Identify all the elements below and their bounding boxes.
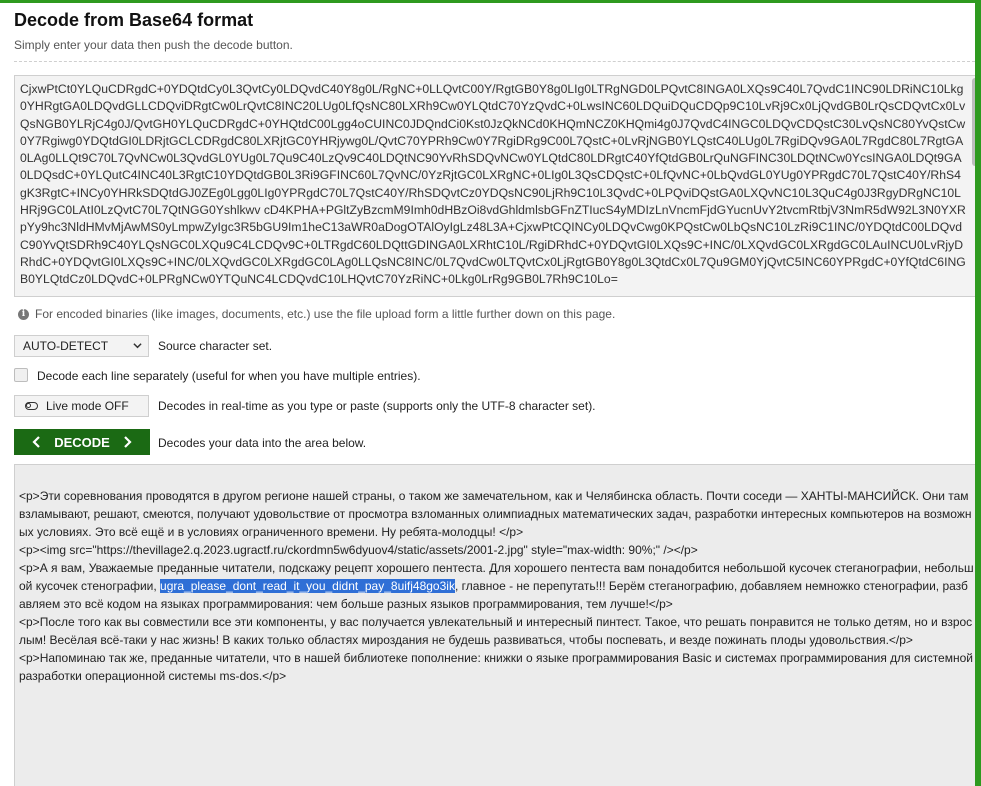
output-paragraph-4: <p>После того как вы совместили все эти …: [19, 615, 973, 647]
chevron-left-icon: [32, 436, 40, 448]
toggle-icon: [25, 402, 38, 410]
upload-hint-text: For encoded binaries (like images, docum…: [35, 307, 616, 321]
output-paragraph-2: <p><img src="https://thevillage2.q.2023.…: [19, 543, 698, 557]
input-scrollbar[interactable]: [972, 78, 975, 166]
output-paragraph-3: <p>А я вам, Уважаемые преданные читатели…: [19, 559, 974, 613]
chevron-down-icon: [133, 343, 142, 349]
decode-button-label: DECODE: [54, 434, 110, 450]
decode-button[interactable]: DECODE: [14, 429, 150, 455]
base64-input[interactable]: CjxwPtCt0YLQuCDRgdC+0YDQtdCy0L3QvtCy0LDQ…: [14, 75, 975, 297]
page-subtitle: Simply enter your data then push the dec…: [14, 38, 293, 52]
charset-select[interactable]: AUTO-DETECT: [14, 335, 149, 357]
charset-select-value: AUTO-DETECT: [23, 339, 109, 353]
upload-hint: i For encoded binaries (like images, doc…: [18, 307, 615, 321]
selected-flag-text[interactable]: ugra_please_dont_read_it_you_didnt_pay_8…: [160, 579, 455, 593]
base64-input-text: CjxwPtCt0YLQuCDRgdC+0YDQtdCy0L3QvtCy0LDQ…: [20, 82, 966, 287]
output-paragraph-1: <p>Эти соревнования проводятся в другом …: [19, 489, 972, 539]
live-mode-button[interactable]: Live mode OFF: [14, 395, 149, 417]
each-line-checkbox[interactable]: [14, 368, 28, 382]
decode-panel: Decode from Base64 format Simply enter y…: [0, 3, 975, 786]
charset-label: Source character set.: [158, 339, 273, 353]
decode-description: Decodes your data into the area below.: [158, 436, 367, 450]
chevron-right-icon: [124, 436, 132, 448]
live-mode-label: Live mode OFF: [46, 399, 129, 413]
live-mode-description: Decodes in real-time as you type or past…: [158, 399, 596, 413]
decoded-output[interactable]: <p>Эти соревнования проводятся в другом …: [14, 464, 975, 786]
page-title: Decode from Base64 format: [14, 10, 254, 30]
each-line-label: Decode each line separately (useful for …: [37, 369, 421, 383]
divider: [14, 61, 975, 62]
output-paragraph-5: <p>Напоминаю так же, преданные читатели,…: [19, 651, 973, 683]
info-icon: i: [18, 308, 29, 320]
